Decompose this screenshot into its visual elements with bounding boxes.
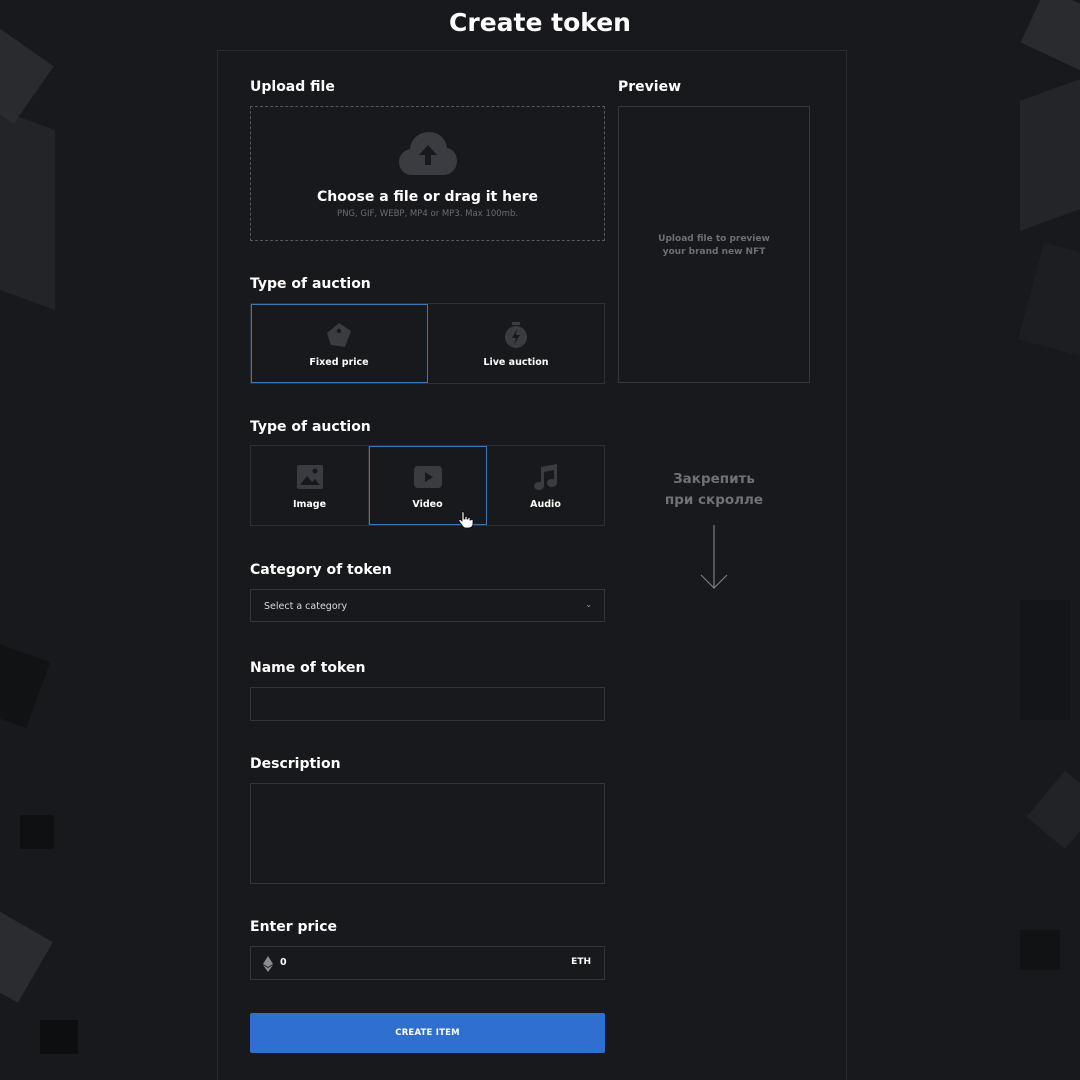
price-value: 0 — [280, 957, 287, 968]
price-label: Enter price — [250, 919, 338, 935]
image-icon — [296, 465, 323, 489]
option-fixed-price[interactable]: Fixed price — [251, 304, 428, 383]
option-label: Live auction — [483, 357, 549, 368]
media-type-options: Image Video Audio — [250, 445, 605, 526]
music-note-icon — [533, 464, 557, 490]
token-name-input[interactable] — [250, 687, 605, 721]
price-input[interactable]: 0 ETH — [250, 946, 605, 980]
token-name-label: Name of token — [250, 660, 366, 676]
option-label: Image — [292, 499, 327, 510]
background-shape — [0, 907, 53, 1003]
background-shape — [1020, 79, 1080, 231]
background-shape — [20, 815, 54, 849]
video-play-icon — [413, 466, 442, 488]
ethereum-icon — [263, 956, 273, 972]
background-shape — [1018, 242, 1080, 358]
upload-title: Choose a file or drag it here — [317, 189, 538, 205]
background-shape — [0, 641, 51, 729]
category-label: Category of token — [250, 562, 392, 578]
option-live-auction[interactable]: Live auction — [428, 304, 604, 383]
preview-label: Preview — [618, 79, 682, 95]
create-item-button[interactable]: CREATE ITEM — [250, 1013, 605, 1053]
media-type-label: Type of auction — [250, 419, 371, 435]
option-image[interactable]: Image — [251, 446, 369, 525]
file-drop-zone[interactable]: Choose a file or drag it here PNG, GIF, … — [250, 106, 605, 241]
category-select[interactable]: Select a category ⌄ — [250, 589, 605, 622]
category-select-value: Select a category — [264, 601, 348, 612]
arrow-down-icon — [700, 525, 728, 589]
description-label: Description — [250, 756, 341, 772]
background-shape — [40, 1020, 78, 1054]
option-label: Video — [412, 499, 443, 510]
auction-type-options: Fixed price Live auction — [250, 303, 605, 384]
preview-box: Upload file to preview your brand new NF… — [618, 106, 810, 383]
stopwatch-icon — [505, 322, 527, 348]
upload-label: Upload file — [250, 79, 335, 95]
option-label: Fixed price — [309, 357, 369, 368]
description-textarea[interactable] — [250, 783, 605, 884]
background-shape — [0, 26, 54, 124]
cloud-upload-icon — [399, 132, 457, 175]
upload-hint: PNG, GIF, WEBP, MP4 or MP3. Max 100mb. — [336, 209, 519, 219]
background-shape — [0, 109, 55, 311]
page-title: Create token — [449, 8, 631, 37]
background-shape — [1020, 930, 1060, 970]
hand-pointer-icon — [458, 511, 474, 529]
preview-placeholder: Upload file to preview your brand new NF… — [658, 234, 770, 257]
background-shape — [1020, 600, 1070, 720]
auction-type-label: Type of auction — [250, 276, 371, 292]
background-shape — [1026, 770, 1080, 850]
price-unit: ETH — [571, 957, 591, 967]
pin-on-scroll-hint: Закрепить при скролле — [664, 471, 764, 508]
option-audio[interactable]: Audio — [487, 446, 604, 525]
price-tag-icon — [327, 323, 351, 347]
option-label: Audio — [530, 499, 561, 510]
chevron-down-icon: ⌄ — [585, 600, 592, 609]
